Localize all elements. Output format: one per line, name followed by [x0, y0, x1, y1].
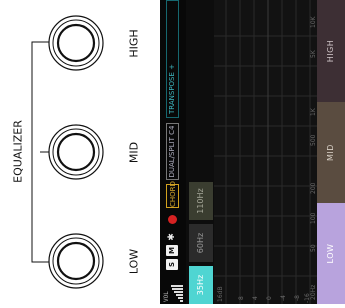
band-selector: LOW MID HIGH: [317, 0, 345, 304]
record-button[interactable]: [168, 215, 177, 224]
dual-split-button[interactable]: DUAL/SPLIT C4: [166, 123, 179, 180]
db-label-4: 4: [252, 296, 259, 300]
freq-label-100: 100: [310, 212, 317, 224]
tab-60hz[interactable]: 60Hz: [189, 224, 213, 262]
eq-graph[interactable]: 16dB 8 4 0 -4 -8 -16 20Hz 50 100 200 500…: [214, 0, 317, 304]
freq-label-1k: 1K: [310, 107, 317, 116]
bluetooth-icon[interactable]: ✱: [166, 232, 179, 242]
mid-knob-label: MID: [127, 141, 141, 164]
freq-label-500: 500: [310, 134, 317, 146]
band-low-button[interactable]: LOW: [317, 203, 345, 304]
volume-bars-icon: [171, 274, 183, 302]
db-label-16: 16dB: [217, 286, 224, 302]
transpose-button[interactable]: TRANSPOSE +: [166, 0, 179, 118]
volume-label: VOL: [163, 291, 170, 302]
freq-label-20hz: 20Hz: [310, 285, 317, 300]
tab-35hz[interactable]: 35Hz: [189, 266, 213, 304]
eq-graph-svg: 16dB 8 4 0 -4 -8 -16 20Hz 50 100 200 500…: [214, 0, 317, 304]
device-screen: VOL S M ✱ CHORD DUAL/SPLIT C4 TRANSPOSE …: [160, 0, 345, 304]
db-label-0: 0: [266, 296, 273, 300]
low-knob-label: LOW: [127, 248, 141, 275]
db-label-neg4: -4: [280, 295, 287, 301]
volume-indicator[interactable]: VOL: [163, 274, 183, 302]
equalizer-diagram: EQUALIZER HIGH MID LOW: [0, 0, 150, 304]
eq-grid: [214, 0, 317, 304]
bracket-line: [31, 41, 40, 263]
high-knob-label: HIGH: [127, 29, 141, 58]
band-mid-button[interactable]: MID: [317, 102, 345, 203]
low-knob[interactable]: [48, 233, 104, 289]
frequency-tabs: 35Hz 60Hz 110Hz: [186, 0, 214, 304]
freq-label-200: 200: [310, 182, 317, 194]
freq-label-5k: 5K: [310, 49, 317, 58]
tab-110hz[interactable]: 110Hz: [189, 182, 213, 220]
mute-button[interactable]: M: [166, 245, 178, 256]
mid-knob[interactable]: [48, 124, 104, 180]
band-high-button[interactable]: HIGH: [317, 0, 345, 102]
equalizer-label: EQUALIZER: [11, 120, 25, 183]
top-bar: VOL S M ✱ CHORD DUAL/SPLIT C4 TRANSPOSE …: [160, 0, 186, 304]
freq-label-10k: 10K: [310, 15, 317, 28]
chord-button[interactable]: CHORD: [166, 181, 179, 208]
solo-button[interactable]: S: [166, 259, 178, 270]
freq-label-50: 50: [310, 244, 317, 252]
db-label-8: 8: [238, 296, 245, 300]
high-knob[interactable]: [48, 15, 104, 71]
device-screen-content: VOL S M ✱ CHORD DUAL/SPLIT C4 TRANSPOSE …: [160, 0, 345, 304]
db-label-neg8: -8: [294, 295, 301, 301]
